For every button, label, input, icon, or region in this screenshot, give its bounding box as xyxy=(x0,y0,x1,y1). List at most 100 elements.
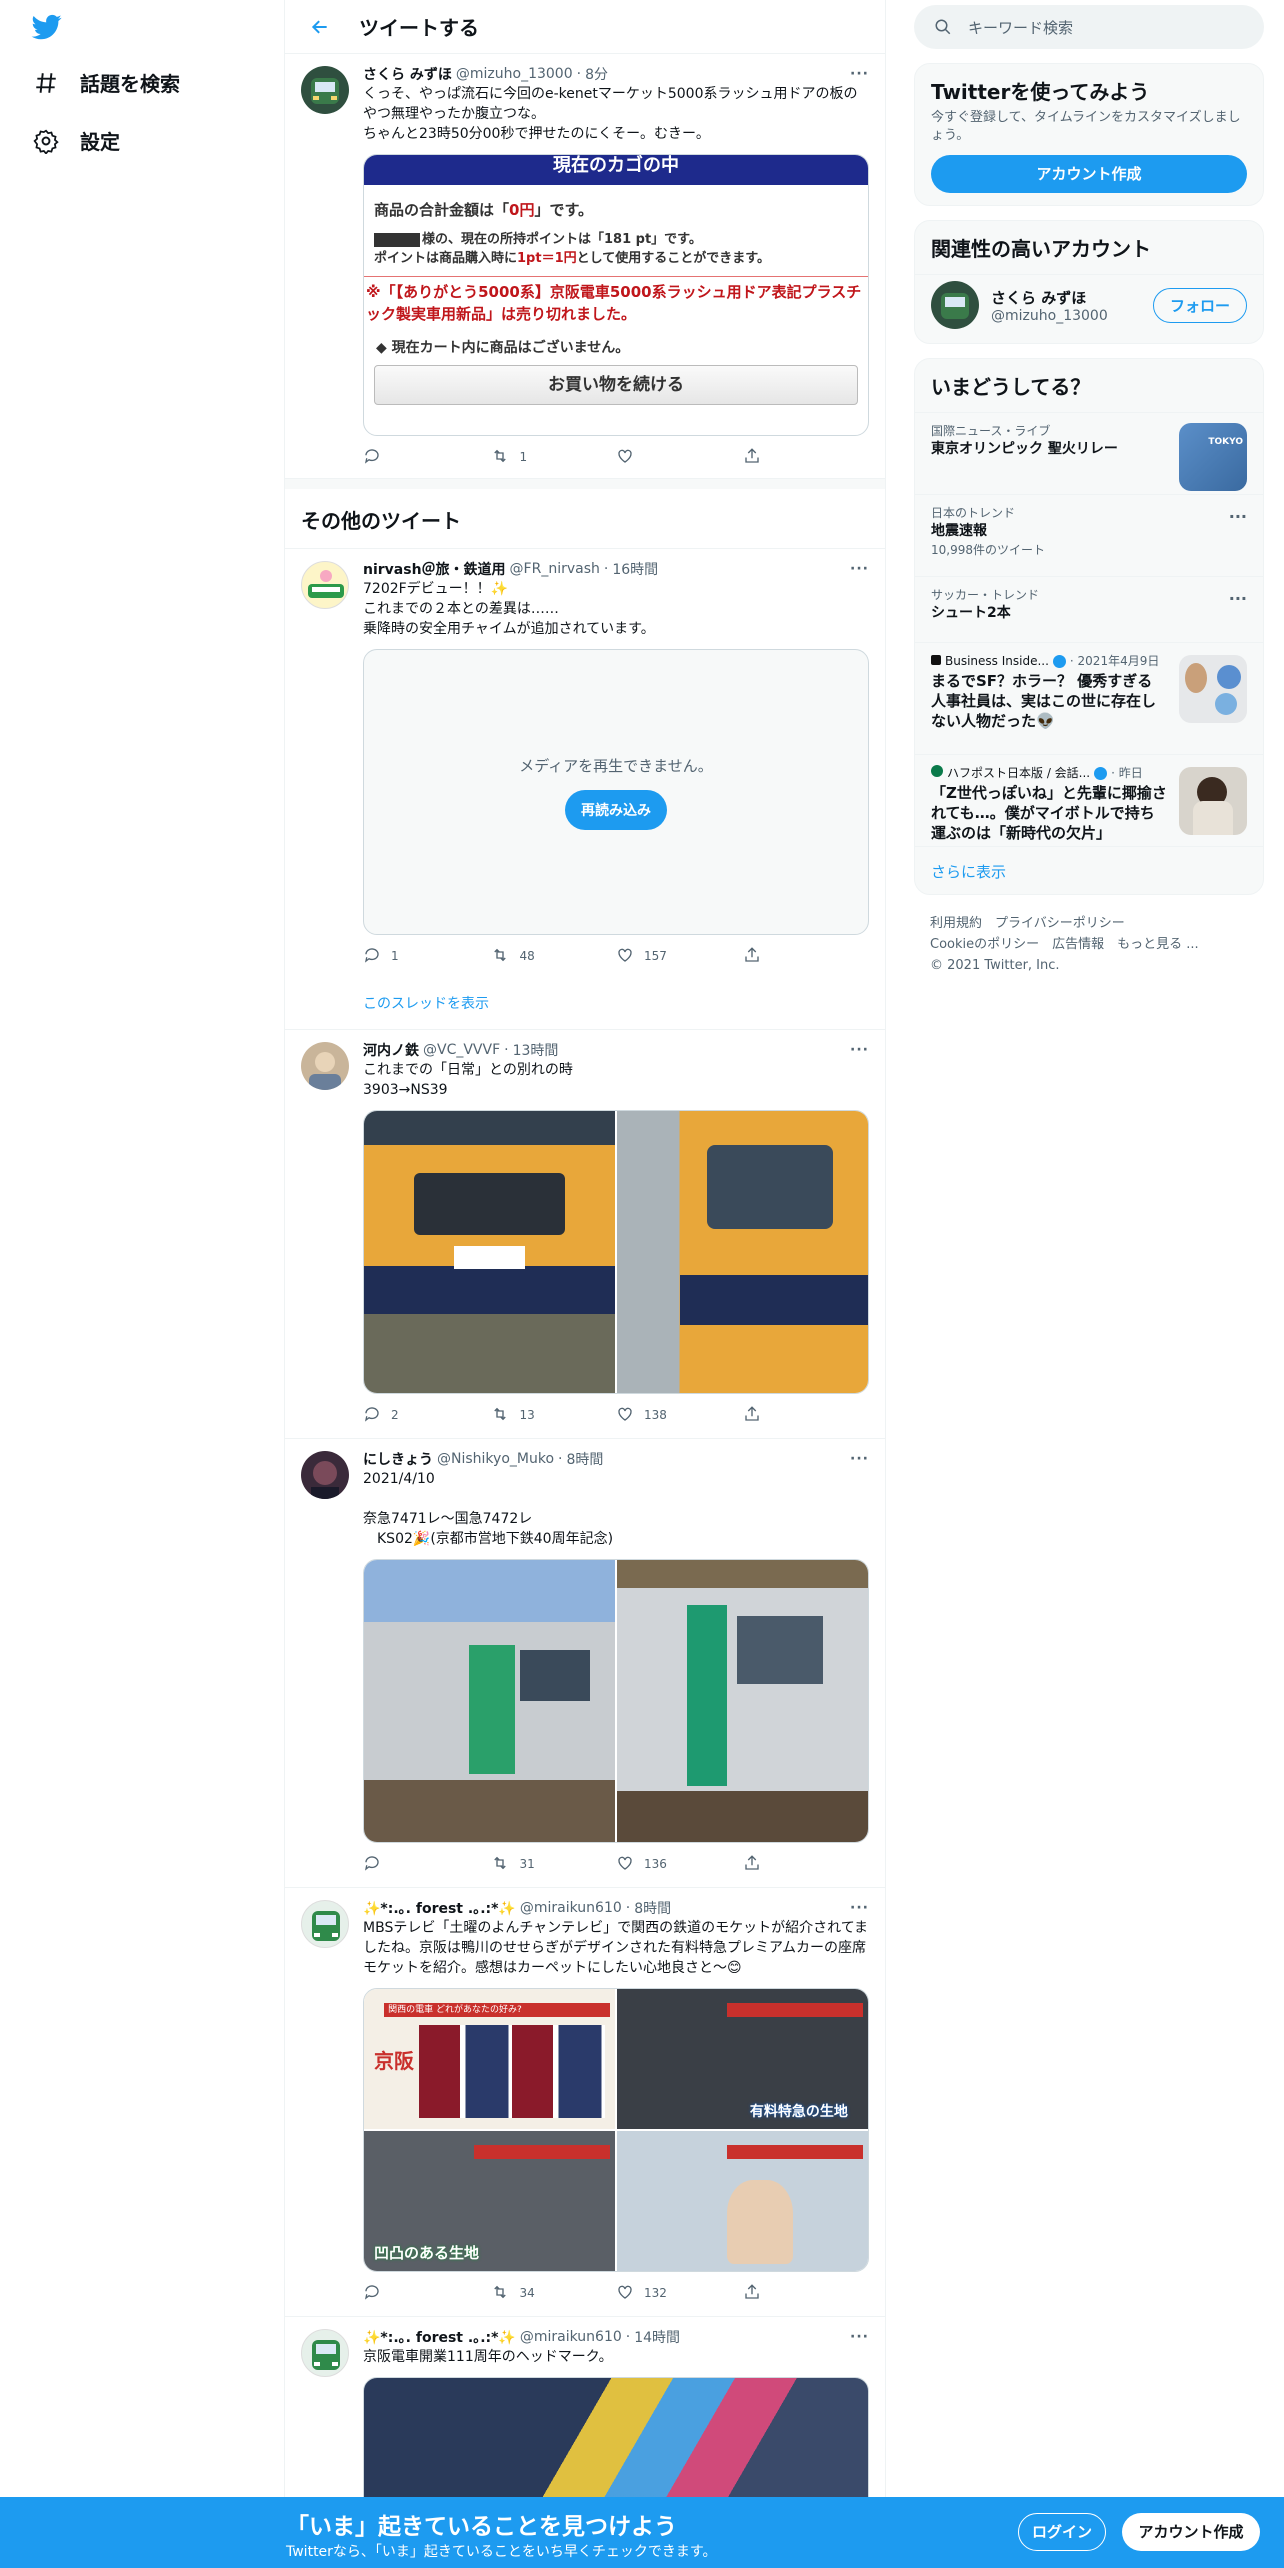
more-options-icon[interactable]: ··· xyxy=(850,66,869,82)
more-options-icon[interactable]: ··· xyxy=(850,2329,869,2345)
tv-still-photo[interactable] xyxy=(617,2131,868,2271)
share-button[interactable] xyxy=(743,447,870,468)
search-input[interactable]: キーワード検索 xyxy=(968,17,1073,38)
tweet-image-grid[interactable] xyxy=(363,1559,869,1843)
search-bar[interactable]: キーワード検索 xyxy=(914,5,1264,49)
avatar[interactable] xyxy=(301,1451,349,1499)
share-button[interactable] xyxy=(743,2283,870,2304)
tweet-actions: 1 48 157 xyxy=(363,945,869,967)
tweet-item[interactable]: nirvash＠旅・鉄道用 @FR_nirvash · 16時間 ··· 720… xyxy=(285,549,885,1030)
tv-still-photo[interactable]: 有料特急の生地 xyxy=(617,1989,868,2129)
more-options-icon[interactable]: ··· xyxy=(850,1042,869,1058)
avatar[interactable] xyxy=(301,1042,349,1090)
more-options-icon[interactable]: ··· xyxy=(850,1900,869,1916)
avatar[interactable] xyxy=(301,2329,349,2377)
create-account-button[interactable]: アカウント作成 xyxy=(931,155,1247,193)
author-handle[interactable]: @miraikun610 xyxy=(520,2329,622,2345)
share-button[interactable] xyxy=(743,1405,870,1426)
tweet-text: 2021/4/10 奈急7471レ〜国急7472レ KS02🎉(京都市営地下鉄4… xyxy=(363,1471,614,1547)
author-name[interactable]: にしきょう xyxy=(363,1449,433,1469)
tweet-time[interactable]: 13時間 xyxy=(513,1040,559,1060)
footer-line-1[interactable]: 利用規約 プライバシーポリシー xyxy=(930,913,1248,934)
author-handle[interactable]: @FR_nirvash xyxy=(510,561,600,577)
author-handle[interactable]: @miraikun610 xyxy=(520,1900,622,1916)
avatar[interactable] xyxy=(931,281,979,329)
news-item[interactable]: Business Inside... · 2021年4月9日 まるでSF？ホラー？… xyxy=(915,642,1263,754)
tv-still-photo[interactable]: 凹凸のある生地 xyxy=(364,2131,615,2271)
author-handle[interactable]: @VC_VVVF xyxy=(423,1042,500,1058)
tweet-item[interactable]: 河内ノ鉄 @VC_VVVF · 13時間 ··· これまでの「日常」との別れの時… xyxy=(285,1030,885,1439)
reply-button[interactable] xyxy=(363,1854,490,1875)
trend-item[interactable]: 日本のトレンド 地震速報 10,998件のツイート ··· xyxy=(915,494,1263,576)
more-options-icon[interactable]: ··· xyxy=(1229,507,1247,526)
twitter-logo-icon[interactable] xyxy=(30,12,64,42)
train-photo[interactable] xyxy=(364,1111,615,1393)
reply-button[interactable]: 1 xyxy=(363,946,490,967)
tweet-time[interactable]: 8時間 xyxy=(634,1898,671,1918)
main-tweet[interactable]: さくら みずほ @mizuho_13000 · 8分 ··· くっそ、やっぱ流石… xyxy=(285,54,885,479)
trend-meta: 日本のトレンド xyxy=(931,506,1016,520)
tweet-image-grid[interactable] xyxy=(363,1110,869,1394)
tweet-image-grid[interactable]: 関西の電車 どれがあなたの好み? 京阪 有料特急の生地 凹凸のある生地 xyxy=(363,1988,869,2272)
trend-item[interactable]: 国際ニュース・ライブ 東京オリンピック 聖火リレー TOKYO xyxy=(915,412,1263,494)
retweet-icon xyxy=(490,447,520,468)
more-options-icon[interactable]: ··· xyxy=(850,1451,869,1467)
author-name[interactable]: nirvash＠旅・鉄道用 xyxy=(363,559,506,579)
author-handle[interactable]: @mizuho_13000 xyxy=(456,66,573,82)
signup-button[interactable]: アカウント作成 xyxy=(1122,2513,1260,2551)
like-button[interactable]: 132 xyxy=(616,2283,743,2304)
share-button[interactable] xyxy=(743,1854,870,1875)
share-button[interactable] xyxy=(743,946,870,967)
more-options-icon[interactable]: ··· xyxy=(850,561,869,577)
footer-line-2[interactable]: Cookieのポリシー 広告情報 もっと見る ... xyxy=(930,934,1248,955)
heart-icon xyxy=(616,946,644,967)
author-name[interactable]: ✨*:.｡. forest .｡.:*✨ xyxy=(363,1898,516,1918)
reply-button[interactable]: 2 xyxy=(363,1405,490,1426)
nav-settings[interactable]: 設定 xyxy=(32,126,120,155)
nav-explore[interactable]: 話題を検索 xyxy=(32,68,180,97)
retweet-button[interactable]: 34 xyxy=(490,2283,617,2304)
retweet-button[interactable]: 1 xyxy=(490,447,617,468)
reload-button[interactable]: 再読み込み xyxy=(565,789,667,830)
like-button[interactable] xyxy=(616,447,743,468)
avatar[interactable] xyxy=(301,66,349,114)
follow-button[interactable]: フォロー xyxy=(1152,287,1247,323)
news-item[interactable]: ハフポスト日本版 / 会話... · 昨日 「Z世代っぽいね」と先輩に揶揄されても… xyxy=(915,754,1263,846)
retweet-icon xyxy=(490,2283,520,2304)
tweet-time[interactable]: 16時間 xyxy=(612,559,658,579)
retweet-button[interactable]: 48 xyxy=(490,946,617,967)
like-button[interactable]: 138 xyxy=(616,1405,743,1426)
video-player[interactable]: メディアを再生できません。 再読み込み xyxy=(363,649,869,935)
tweet-time[interactable]: 8分 xyxy=(585,64,608,84)
login-button[interactable]: ログイン xyxy=(1018,2513,1106,2551)
like-button[interactable]: 136 xyxy=(616,1854,743,1875)
trend-title: 地震速報 xyxy=(931,523,987,539)
tweet-image[interactable]: 現在のカゴの中 商品の合計金額は「0円」です。 様の、現在の所持ポイントは「18… xyxy=(363,154,869,436)
author-name[interactable]: さくら みずほ xyxy=(363,64,452,84)
back-arrow-icon[interactable] xyxy=(305,12,335,42)
related-account[interactable]: さくら みずほ @mizuho_13000 フォロー xyxy=(915,274,1263,343)
tweet-item[interactable]: ✨*:.｡. forest .｡.:*✨ @miraikun610 · 8時間 … xyxy=(285,1888,885,2317)
show-thread-link[interactable]: このスレッドを表示 xyxy=(363,993,869,1017)
avatar[interactable] xyxy=(301,1900,349,1948)
more-options-icon[interactable]: ··· xyxy=(1229,589,1247,608)
avatar[interactable] xyxy=(301,561,349,609)
train-photo[interactable] xyxy=(364,1560,615,1842)
author-handle[interactable]: @Nishikyo_Muko xyxy=(437,1451,554,1467)
retweet-button[interactable]: 13 xyxy=(490,1405,617,1426)
column-header: ツイートする xyxy=(285,0,885,54)
train-photo[interactable] xyxy=(617,1560,868,1842)
tweet-time[interactable]: 8時間 xyxy=(566,1449,603,1469)
like-button[interactable]: 157 xyxy=(616,946,743,967)
tweet-item[interactable]: にしきょう @Nishikyo_Muko · 8時間 ··· 2021/4/10… xyxy=(285,1439,885,1888)
reply-button[interactable] xyxy=(363,447,490,468)
reply-button[interactable] xyxy=(363,2283,490,2304)
author-name[interactable]: 河内ノ鉄 xyxy=(363,1040,419,1060)
show-more-link[interactable]: さらに表示 xyxy=(915,846,1263,894)
author-name[interactable]: ✨*:.｡. forest .｡.:*✨ xyxy=(363,2327,516,2347)
tv-still-photo[interactable]: 関西の電車 どれがあなたの好み? 京阪 xyxy=(364,1989,615,2129)
train-photo[interactable] xyxy=(617,1111,868,1393)
retweet-button[interactable]: 31 xyxy=(490,1854,617,1875)
tweet-time[interactable]: 14時間 xyxy=(634,2327,680,2347)
trend-item[interactable]: サッカー・トレンド シュート2本 ··· xyxy=(915,576,1263,642)
